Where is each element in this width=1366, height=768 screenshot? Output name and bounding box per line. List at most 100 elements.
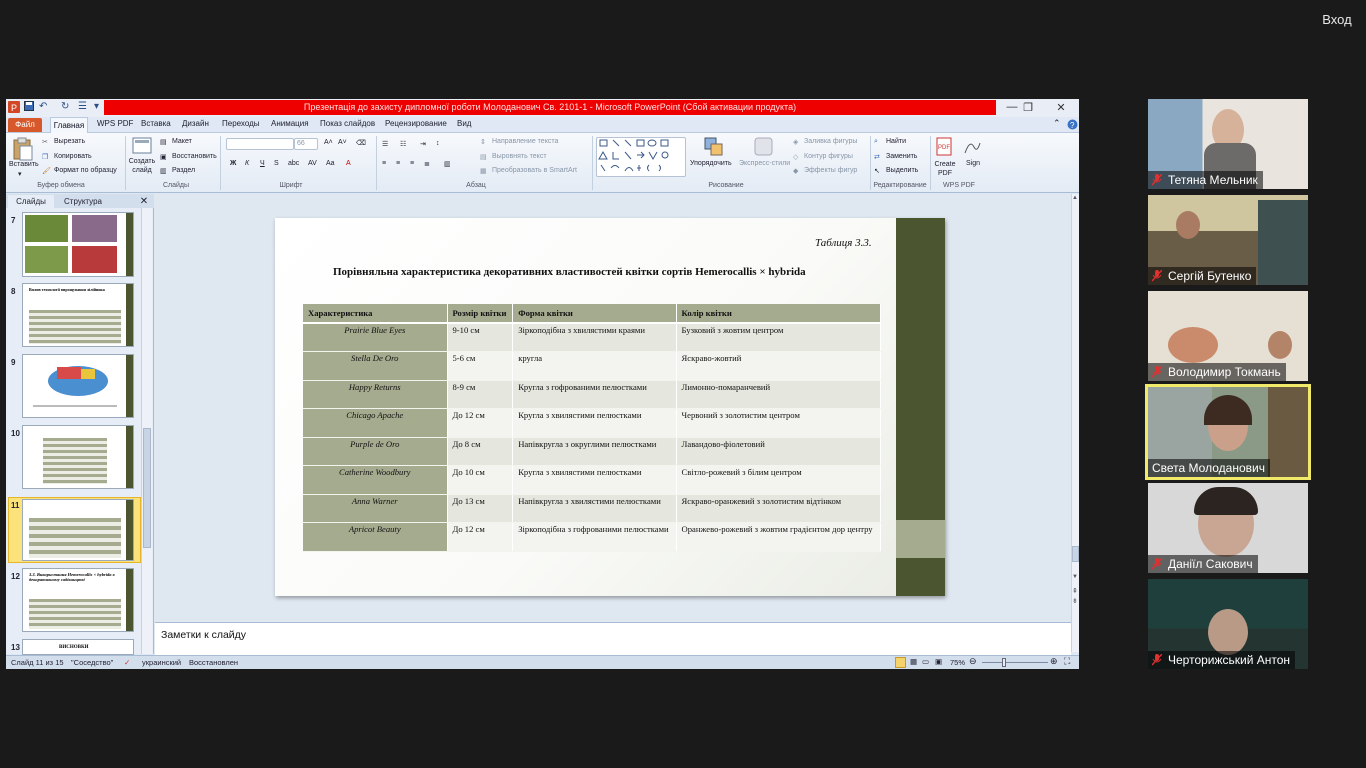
customize-toolbar-icon[interactable]: ▾ (94, 101, 99, 112)
strikethrough-icon[interactable]: abc (288, 160, 299, 167)
scroll-up-icon[interactable]: ▲ (1072, 195, 1078, 201)
create-pdf-icon[interactable]: PDF (935, 137, 955, 157)
indent-icon[interactable]: ⇥ (420, 140, 426, 148)
slide-thumbnail-11[interactable] (22, 499, 134, 561)
tab-slides[interactable]: Слайды (8, 195, 54, 208)
align-left-icon[interactable]: ≡ (382, 160, 386, 167)
zoom-in-icon[interactable]: ⊕ (1050, 656, 1058, 667)
tab-review[interactable]: Рецензирование (385, 119, 447, 128)
restore-icon[interactable]: ❐ (1018, 101, 1038, 114)
close-icon[interactable]: ✕ (1051, 101, 1071, 114)
list-icon[interactable]: ☰ (78, 101, 87, 112)
smartart-icon[interactable]: ▦ (480, 167, 487, 175)
slide-thumbnail-9[interactable] (22, 354, 134, 418)
slide-sorter-icon[interactable]: ▦ (910, 657, 917, 666)
select-icon[interactable]: ↖ (874, 167, 880, 175)
case-icon[interactable]: Aa (326, 160, 335, 167)
close-panel-icon[interactable]: ✕ (138, 195, 150, 208)
scrollbar-thumb[interactable] (1072, 546, 1079, 562)
undo-icon[interactable]: ↶ (39, 101, 47, 112)
save-icon[interactable] (24, 101, 34, 111)
section-icon[interactable]: ▥ (160, 167, 167, 175)
participant-tile[interactable]: Сергій Бутенко (1148, 195, 1308, 285)
ribbon-collapse-icon[interactable]: ⌃ (1053, 118, 1061, 129)
shrink-font-icon[interactable]: A˅ (338, 139, 347, 146)
scroll-down-icon[interactable]: ▼ (1072, 574, 1078, 580)
shadow-icon[interactable]: S (274, 160, 279, 167)
shape-outline-icon[interactable]: ◇ (793, 153, 798, 161)
slide-thumbnail-10[interactable] (22, 425, 134, 489)
underline-icon[interactable]: Ч (260, 160, 265, 167)
reading-view-icon[interactable]: ▭ (922, 657, 929, 666)
zoom-slider-thumb[interactable] (1002, 658, 1006, 667)
clear-format-icon[interactable]: ⌫ (356, 139, 366, 147)
tab-animation[interactable]: Анимация (271, 119, 309, 128)
line-spacing-icon[interactable]: ↕ (436, 140, 440, 147)
reset-button[interactable]: Восстановить (172, 153, 217, 160)
fit-slide-icon[interactable]: ⛶ (1064, 656, 1070, 667)
zoom-level[interactable]: 75% (950, 658, 965, 667)
numbering-icon[interactable]: ☷ (400, 140, 406, 148)
paste-dropdown-icon[interactable]: ▾ (18, 170, 22, 178)
text-direction-icon[interactable]: ⇕ (480, 138, 486, 146)
layout-button[interactable]: Макет (172, 138, 192, 145)
zoom-out-icon[interactable]: ⊖ (969, 656, 977, 667)
copy-button[interactable]: Копировать (54, 153, 92, 160)
tab-home[interactable]: Главная (50, 117, 88, 134)
next-slide-icon[interactable]: ⇟ (1072, 597, 1078, 605)
section-button[interactable]: Раздел (172, 167, 195, 174)
tab-file[interactable]: Файл (8, 118, 42, 132)
slide-thumbnail-7[interactable] (22, 212, 134, 277)
sign-button[interactable]: Sign (966, 160, 980, 167)
participant-tile[interactable]: Тетяна Мельник (1148, 99, 1308, 189)
arrange-button[interactable]: Упорядочить (690, 160, 732, 167)
redo-icon[interactable]: ↻ (61, 101, 69, 112)
replace-icon[interactable]: ⇄ (874, 153, 880, 161)
tab-view[interactable]: Вид (457, 119, 471, 128)
layout-icon[interactable]: ▤ (160, 138, 167, 146)
slide-scrollbar[interactable]: ▲ ▼ ⇞ ⇟ (1071, 194, 1079, 652)
arrange-icon[interactable] (704, 137, 724, 157)
paste-button[interactable]: Вставить (9, 161, 39, 168)
align-text-icon[interactable]: ▤ (480, 153, 487, 161)
italic-icon[interactable]: К (245, 160, 249, 167)
zoom-slider[interactable] (982, 662, 1048, 663)
shape-fill-button[interactable]: Заливка фигуры (804, 138, 857, 145)
font-size-select[interactable]: 66 (294, 138, 318, 150)
shape-effects-icon[interactable]: ◆ (793, 167, 798, 175)
reset-icon[interactable]: ▣ (160, 153, 167, 161)
find-icon[interactable]: ⌕ (874, 138, 878, 146)
align-center-icon[interactable]: ≡ (396, 160, 400, 167)
tab-wps-pdf[interactable]: WPS PDF (97, 119, 133, 128)
shapes-gallery[interactable] (596, 137, 686, 177)
sign-icon[interactable] (962, 137, 982, 157)
shape-effects-button[interactable]: Эффекты фигур (804, 167, 857, 174)
new-slide-icon[interactable] (132, 137, 152, 155)
tab-transitions[interactable]: Переходы (222, 119, 260, 128)
bold-icon[interactable]: Ж (230, 160, 236, 167)
cut-button[interactable]: Вырезать (54, 138, 85, 145)
notes-pane[interactable]: Заметки к слайду (155, 622, 1071, 655)
bullets-icon[interactable]: ☰ (382, 140, 388, 148)
slides-scrollbar[interactable] (141, 208, 152, 654)
select-button[interactable]: Выделить (886, 167, 918, 174)
new-slide-button[interactable]: Создать слайд (128, 157, 156, 175)
align-text-button[interactable]: Выровнять текст (492, 153, 547, 160)
tab-outline[interactable]: Структура (56, 195, 110, 208)
help-icon[interactable]: ? (1067, 119, 1078, 130)
format-painter-button[interactable]: Формат по образцу (54, 167, 117, 174)
exit-button[interactable]: Вход (1315, 8, 1359, 32)
slide-thumbnail-12[interactable]: 3.3. Використання Hemerocallis × hybrida… (22, 568, 134, 632)
cut-icon[interactable]: ✂ (42, 138, 48, 146)
slideshow-view-icon[interactable]: ▣ (935, 657, 942, 666)
shape-outline-button[interactable]: Контур фигуры (804, 153, 853, 160)
tab-slideshow[interactable]: Показ слайдов (320, 119, 375, 128)
text-direction-button[interactable]: Направление текста (492, 138, 558, 145)
font-family-select[interactable] (226, 138, 294, 150)
tab-design[interactable]: Дизайн (182, 119, 209, 128)
format-painter-icon[interactable]: 🖌 (42, 167, 51, 175)
quick-styles-button[interactable]: Экспресс-стили (739, 160, 790, 167)
paste-icon[interactable] (12, 137, 34, 161)
language-indicator[interactable]: украинский (142, 658, 181, 667)
participant-tile[interactable]: Даніїл Сакович (1148, 483, 1308, 573)
